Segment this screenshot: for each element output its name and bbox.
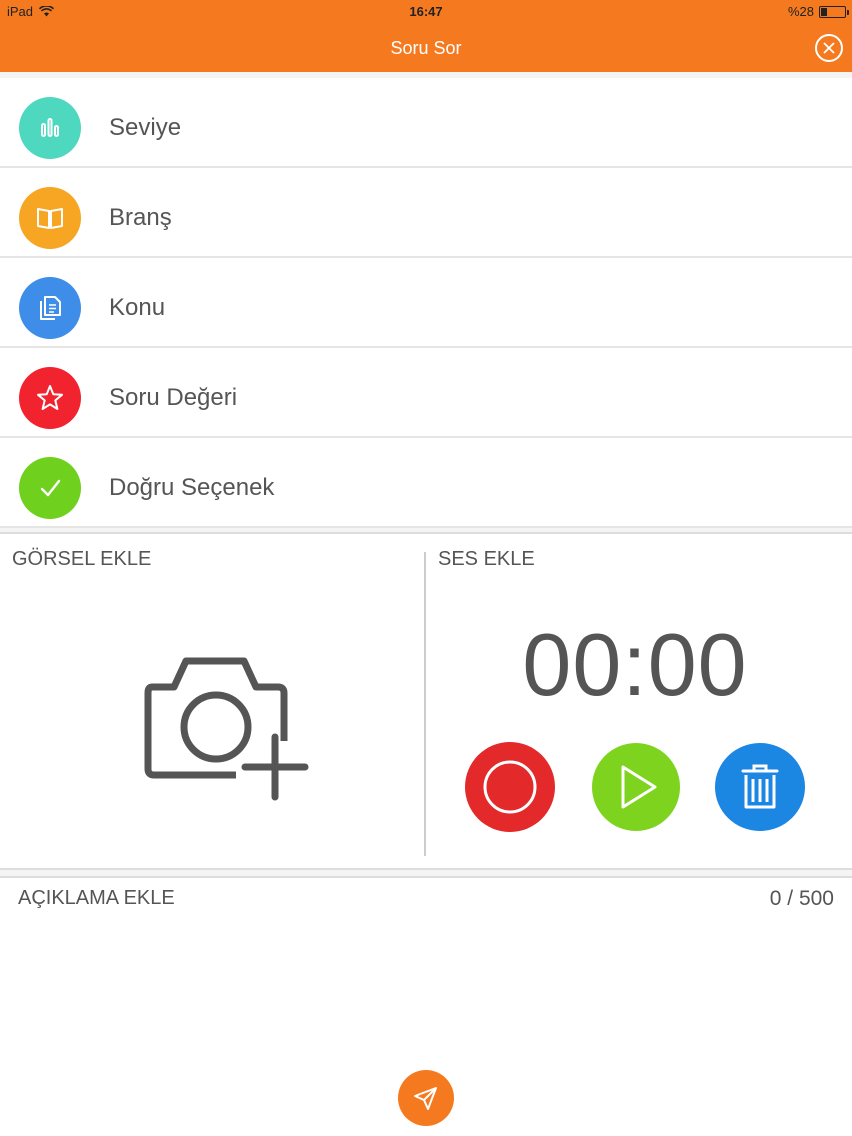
delete-recording-button[interactable]	[715, 743, 805, 831]
navigation-bar: Soru Sor	[0, 22, 852, 72]
battery-percent: %28	[787, 4, 814, 19]
document-icon	[19, 277, 81, 339]
menu-item-label: Seviye	[109, 114, 182, 141]
menu-item-brans[interactable]: Branş	[0, 168, 852, 258]
close-button[interactable]	[815, 34, 843, 62]
checkmark-icon	[19, 457, 81, 519]
question-options-list: Seviye Branş Konu Soru Değeri Doğru Seçe…	[0, 78, 852, 528]
image-section-title: GÖRSEL EKLE	[12, 548, 152, 570]
menu-item-label: Soru Değeri	[109, 384, 238, 411]
menu-item-label: Doğru Seçenek	[109, 474, 275, 501]
vertical-divider	[424, 552, 426, 856]
battery-fill	[821, 7, 828, 16]
book-icon	[19, 187, 81, 249]
menu-item-soru-degeri[interactable]: Soru Değeri	[0, 348, 852, 438]
recording-timer: 00:00	[522, 615, 748, 714]
page-title: Soru Sor	[390, 38, 462, 58]
close-icon	[823, 42, 835, 54]
character-counter: 0 / 500	[769, 887, 834, 910]
send-button[interactable]	[398, 1070, 454, 1126]
play-icon	[621, 765, 657, 809]
status-bar: iPad 16:47 %28	[0, 0, 852, 22]
bar-chart-icon	[19, 97, 81, 159]
record-icon	[483, 760, 537, 814]
clock: 16:47	[409, 4, 443, 19]
menu-item-dogru-secenek[interactable]: Doğru Seçenek	[0, 438, 852, 528]
description-title: AÇIKLAMA EKLE	[18, 887, 175, 909]
send-icon	[414, 1087, 437, 1110]
menu-item-label: Konu	[109, 294, 166, 321]
add-image-button[interactable]	[140, 649, 312, 806]
media-section: GÖRSEL EKLE SES EKLE 00:00	[0, 532, 852, 870]
star-icon	[19, 367, 81, 429]
menu-item-konu[interactable]: Konu	[0, 258, 852, 348]
menu-item-label: Branş	[109, 204, 172, 231]
record-button[interactable]	[465, 742, 555, 832]
trash-icon	[741, 764, 779, 809]
play-button[interactable]	[592, 743, 680, 831]
camera-add-icon	[144, 657, 309, 801]
description-section[interactable]: AÇIKLAMA EKLE 0 / 500	[0, 876, 852, 1136]
battery-icon	[819, 5, 849, 18]
audio-section-title: SES EKLE	[438, 548, 535, 570]
menu-item-seviye[interactable]: Seviye	[0, 78, 852, 168]
